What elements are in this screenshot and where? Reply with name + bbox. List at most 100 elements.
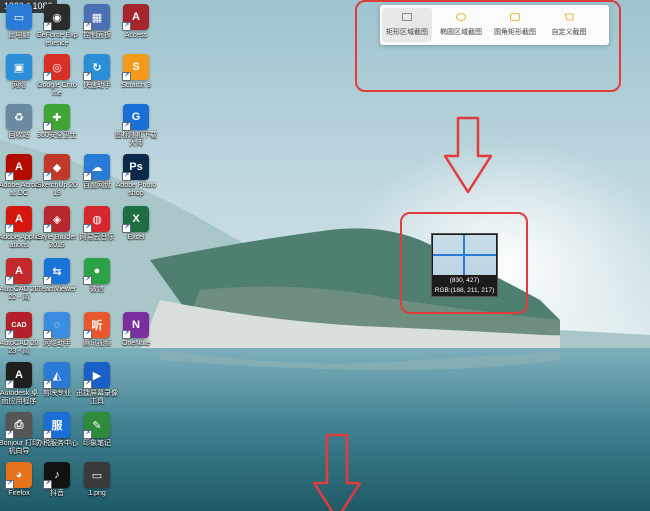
shortcut-arrow-icon: ↗ [122, 330, 131, 339]
desktop-icon-bonjour[interactable]: ⎙ ↗ Bonjour 打印机向导 [0, 412, 40, 456]
wechat-icon: ● ↗ [83, 258, 110, 285]
desktop-icon-label: TeamViewer [37, 286, 77, 293]
tool-custom-capture[interactable]: 自定义截图 [544, 8, 594, 42]
desktop-icon-security-center[interactable]: ✚ ↗ 360安全卫士 [36, 104, 78, 140]
desktop-icon-acrobat[interactable]: A ↗ Adobe Acrobat DC [0, 154, 40, 198]
desktop-icon-control-panel[interactable]: ▦ ↗ 控制面板 [76, 4, 118, 40]
desktop-icon-screen-recorder[interactable]: ▶ ↗ 迅捷屏幕录像工具 [76, 362, 118, 406]
excel-icon: X ↗ [122, 206, 149, 233]
desktop-icon-label: 腾讯视频 [83, 340, 111, 347]
desktop-icon-adobe-app[interactable]: A ↗ Adobe Applications [0, 206, 40, 250]
adobe-app-icon: A ↗ [5, 206, 32, 233]
desktop-icon-autocad[interactable]: A ↗ AutoCAD 2022 - 简 [0, 258, 40, 302]
desktop-icon-access[interactable]: A ↗ Access [115, 4, 157, 40]
recycle-bin-icon: ♻ [6, 104, 32, 130]
png-file-icon: ▭ [84, 462, 110, 488]
bonjour-icon: ⎙ ↗ [5, 412, 32, 439]
desktop[interactable]: 1920 * 1080 ▭此电脑◉↗GeForce Experience▦↗控制… [0, 0, 650, 511]
shortcut-arrow-icon: ↗ [5, 480, 14, 489]
shortcut-arrow-icon: ↗ [43, 430, 52, 439]
desktop-icon-evernote[interactable]: ✎ ↗ 印象笔记 [76, 412, 118, 448]
crosshair-vertical [463, 235, 465, 275]
desktop-icon-label: Access [124, 32, 148, 39]
shortcut-arrow-icon: ↗ [43, 172, 52, 181]
desktop-icon-label: 剪映专业 [43, 390, 71, 397]
teamviewer-icon: ⇆ ↗ [43, 258, 70, 285]
desktop-icon-scratch[interactable]: S ↗ Scratch 3 [115, 54, 157, 90]
ellipse-select-icon [456, 13, 466, 21]
office-service-icon: 服 ↗ [43, 412, 70, 439]
shortcut-arrow-icon: ↗ [122, 122, 131, 131]
desktop-icon-label: 办税服务中心 [36, 440, 78, 447]
desktop-icon-browser[interactable]: ◌ ↗ 网络助手 [36, 312, 78, 348]
tool-rect-capture[interactable]: 矩形区域截图 [382, 8, 432, 42]
desktop-icon-png-file[interactable]: ▭ 1.png [76, 462, 118, 498]
shortcut-arrow-icon: ↗ [5, 430, 14, 439]
desktop-icon-label: 抖音 [50, 490, 64, 497]
desktop-icon-style-builder[interactable]: ◈ ↗ Style Builder 2019 [36, 206, 78, 250]
desktop-icon-autocad2023[interactable]: CAD ↗ AutoCAD 2023 - 简 [0, 312, 40, 356]
desktop-icon-geforce[interactable]: ◉ ↗ GeForce Experience [36, 4, 78, 48]
desktop-icon-firefox[interactable]: ◕ ↗ Firefox [0, 462, 40, 498]
screenshot-toolbar: 矩形区域截图 椭圆区域截图 圆角矩形截图 自定义截图 [380, 5, 609, 45]
desktop-icon-label: AutoCAD 2023 - 简 [0, 340, 39, 355]
desktop-icon-label: 360安全卫士 [37, 132, 77, 139]
shortcut-arrow-icon: ↗ [122, 22, 131, 31]
tool-label: 圆角矩形截图 [494, 29, 536, 36]
shortcut-arrow-icon: ↗ [83, 224, 92, 233]
desktop-icon-label: Adobe Photoshop [115, 182, 157, 197]
desktop-icon-onenote[interactable]: N ↗ OneNote [115, 312, 157, 348]
desktop-icon-meitu[interactable]: ◭ ↗ 剪映专业 [36, 362, 78, 398]
desktop-icon-label: 图标随机下载大师 [115, 132, 157, 147]
freeform-select-icon [564, 13, 574, 21]
shortcut-arrow-icon: ↗ [43, 224, 52, 233]
tool-ellipse-capture[interactable]: 椭圆区域截图 [436, 8, 486, 42]
rounded-rect-select-icon [510, 13, 520, 21]
shortcut-arrow-icon: ↗ [43, 276, 52, 285]
desktop-icon-wechat[interactable]: ● ↗ 微信 [76, 258, 118, 294]
desktop-icon-label: 网络 [12, 82, 26, 89]
tool-label: 椭圆区域截图 [440, 29, 482, 36]
desktop-icon-cloud-music[interactable]: ☁ ↗ 百度网盘 [76, 154, 118, 190]
desktop-icon-g-drive[interactable]: G ↗ 图标随机下载大师 [115, 104, 157, 148]
desktop-icon-photoshop[interactable]: Ps ↗ Adobe Photoshop [115, 154, 157, 198]
desktop-icon-label: SketchUp 2019 [36, 182, 78, 197]
pixel-rgb-value: RGB:(188, 211, 217) [434, 287, 495, 294]
desktop-icon-sketchup[interactable]: ◆ ↗ SketchUp 2019 [36, 154, 78, 198]
desktop-icon-label: Autodesk 桌面应用程序 [0, 390, 39, 405]
scratch-icon: S ↗ [122, 54, 149, 81]
arrow-down-icon [443, 116, 493, 194]
desktop-icon-office-service[interactable]: 服 ↗ 办税服务中心 [36, 412, 78, 448]
cloud-music-icon: ☁ ↗ [83, 154, 110, 181]
firefox-icon: ◕ ↗ [5, 462, 32, 489]
desktop-icon-recycle-bin[interactable]: ♻ 回收站 [0, 104, 40, 140]
photoshop-icon: Ps ↗ [122, 154, 149, 181]
desktop-icon-netease-music[interactable]: ◍ ↗ 网易云音乐 [76, 206, 118, 242]
shortcut-arrow-icon: ↗ [43, 380, 52, 389]
desktop-icon-label: Google Chrome [37, 82, 77, 97]
security-center-icon: ✚ ↗ [43, 104, 70, 131]
desktop-icon-excel[interactable]: X ↗ Excel [115, 206, 157, 242]
desktop-icon-label: 网络助手 [43, 340, 71, 347]
desktop-icon-label: 回收站 [8, 132, 30, 139]
autocad2023-icon: CAD ↗ [5, 312, 32, 339]
desktop-icon-teamviewer[interactable]: ⇆ ↗ TeamViewer [36, 258, 78, 294]
desktop-icon-network[interactable]: ▣ 网络 [0, 54, 40, 90]
autocad-icon: A ↗ [5, 258, 32, 285]
desktop-icon-label: Bonjour 打印机向导 [0, 440, 40, 455]
cursor-coordinates: (830, 427) [449, 277, 480, 284]
kingsoft-icon: 听 ↗ [83, 312, 110, 339]
desktop-icon-chrome[interactable]: ◎ ↗ Google Chrome [36, 54, 78, 98]
tool-rounded-capture[interactable]: 圆角矩形截图 [490, 8, 540, 42]
g-drive-icon: G ↗ [122, 104, 149, 131]
desktop-icon-label: OneNote [121, 340, 151, 347]
tiktok-icon: ♪ ↗ [43, 462, 70, 489]
desktop-icon-computer[interactable]: ▭ 此电脑 [0, 4, 40, 40]
desktop-icon-autodesk-app[interactable]: A ↗ Autodesk 桌面应用程序 [0, 362, 40, 406]
desktop-icon-tiktok[interactable]: ♪ ↗ 抖音 [36, 462, 78, 498]
computer-icon: ▭ [6, 4, 32, 30]
desktop-icon-kingsoft[interactable]: 听 ↗ 腾讯视频 [76, 312, 118, 348]
desktop-icon-quick-help[interactable]: ↻ ↗ 快速助手 [76, 54, 118, 90]
rect-select-icon [402, 13, 412, 21]
shortcut-arrow-icon: ↗ [5, 172, 14, 181]
